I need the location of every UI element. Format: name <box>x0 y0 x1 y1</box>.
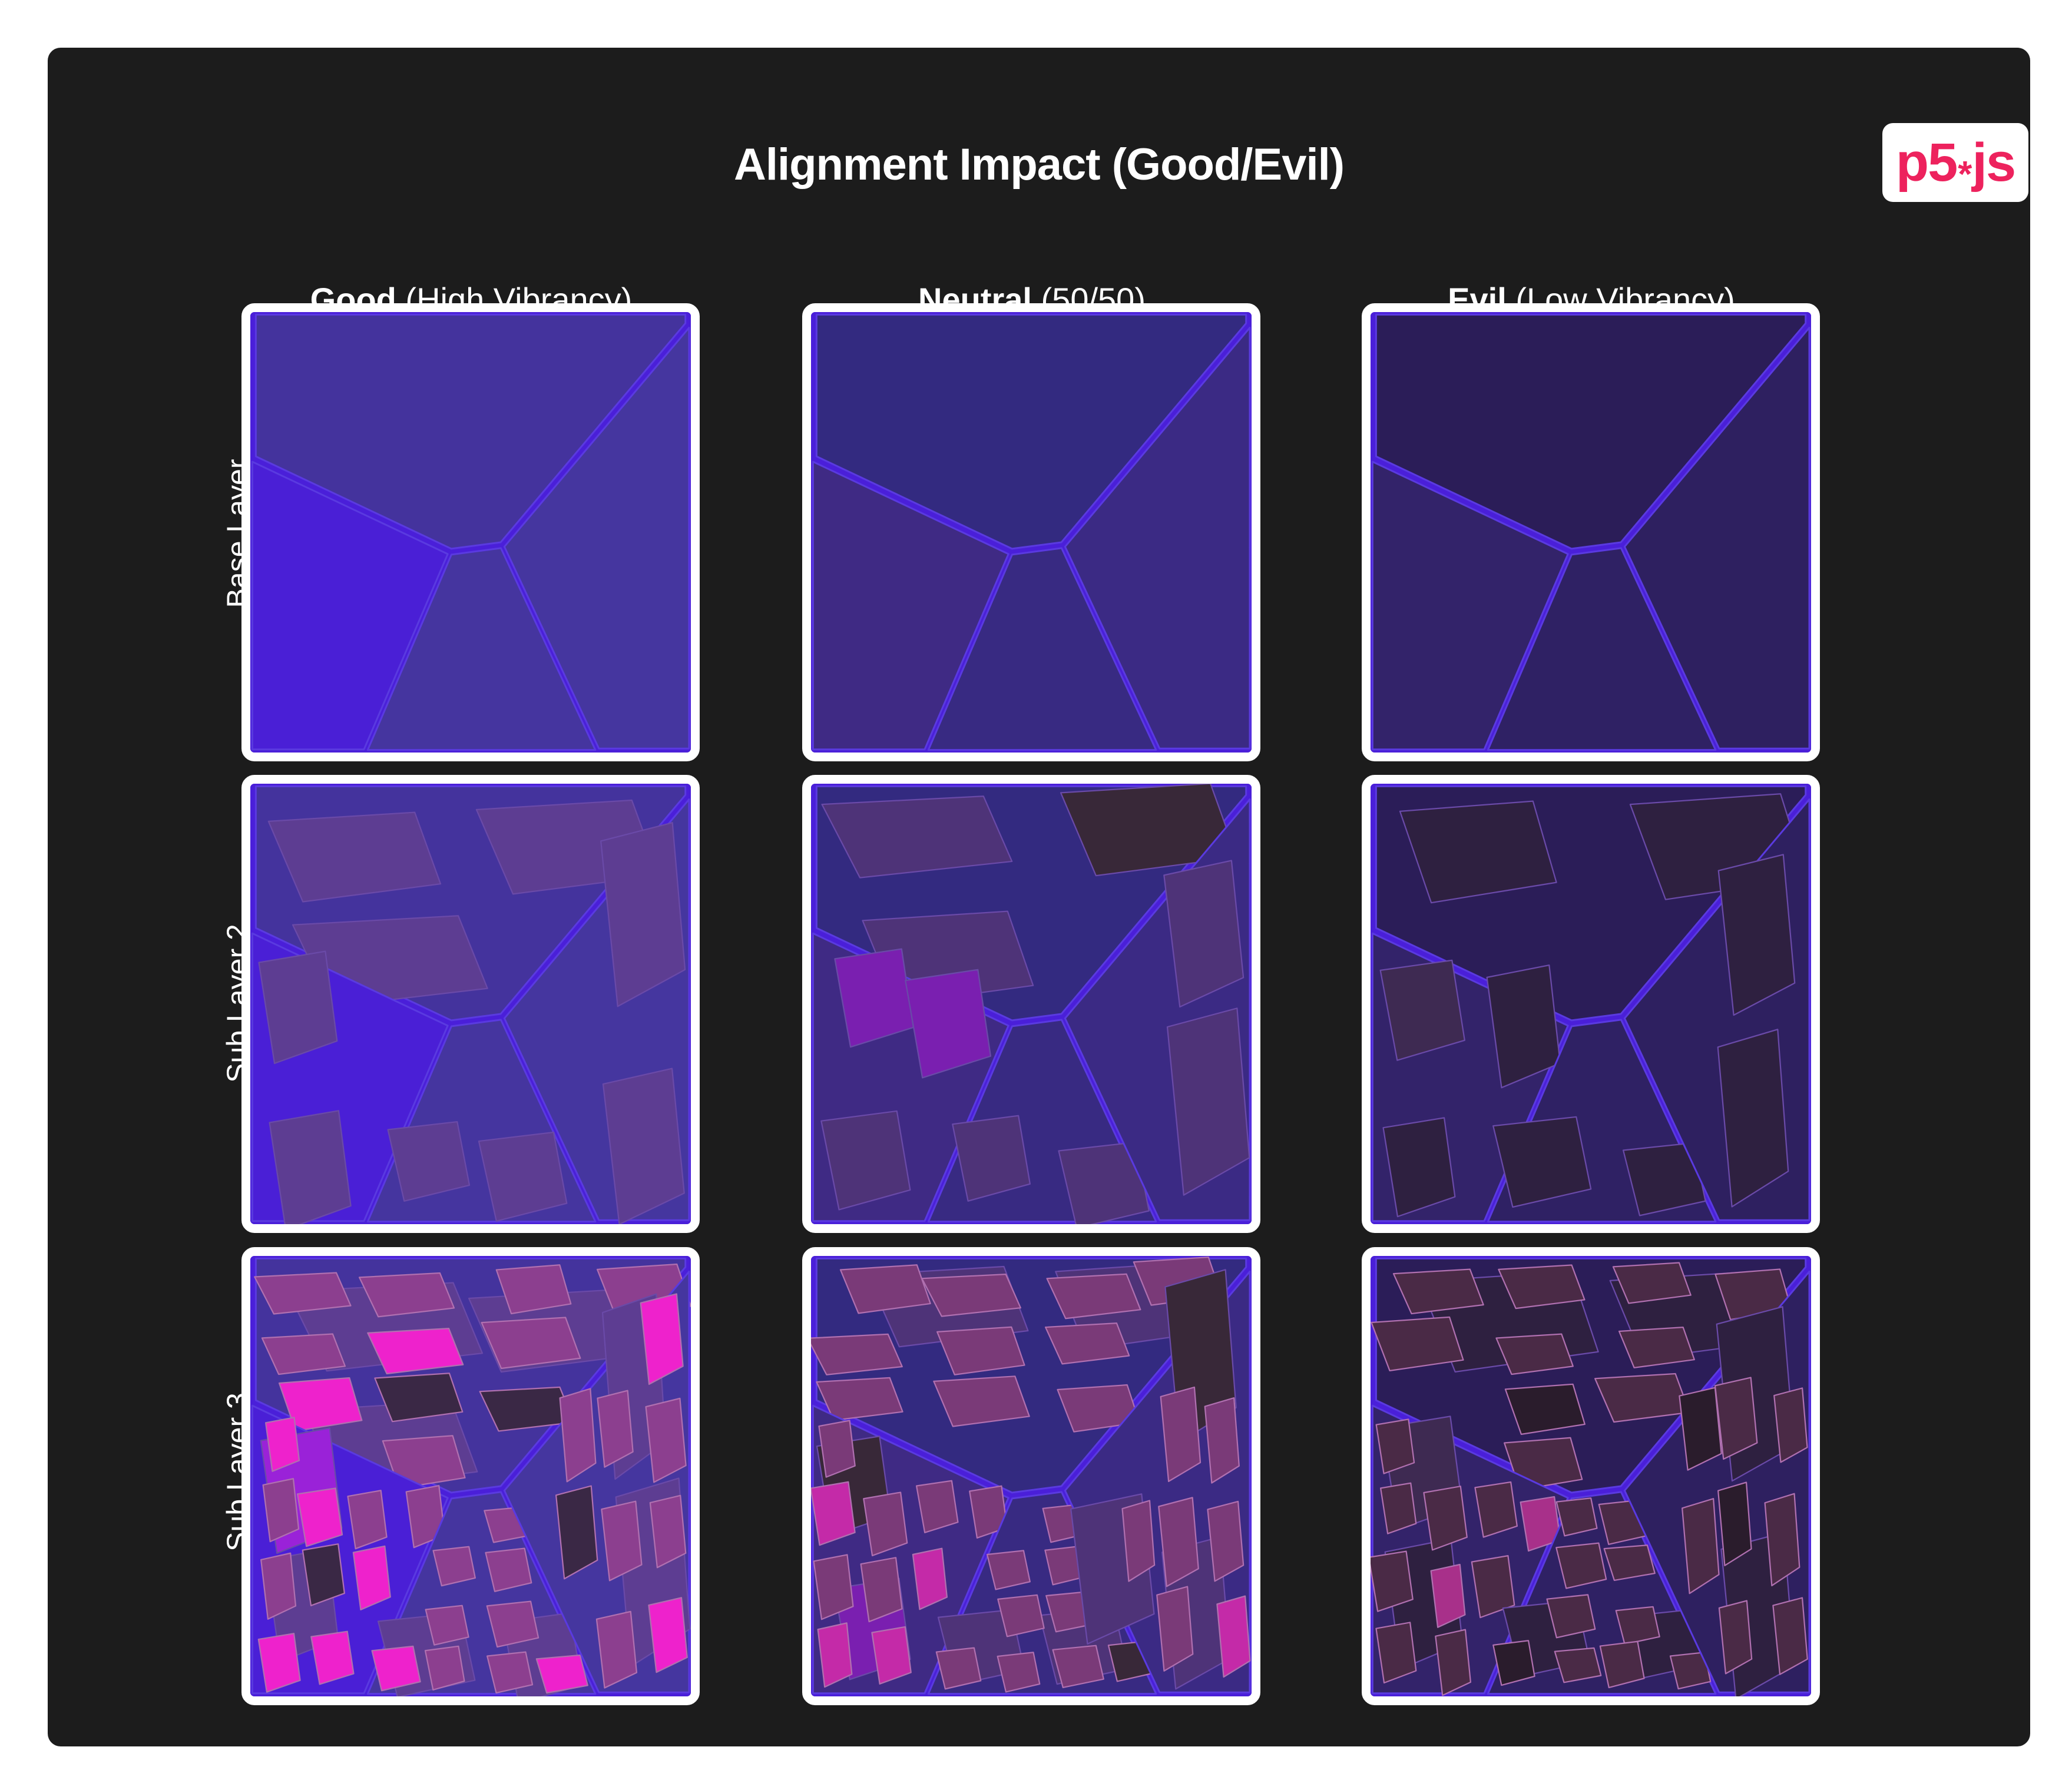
sub-sub-region <box>264 1417 300 1472</box>
cell-neutral-sub2 <box>802 775 1260 1233</box>
voronoi-neutral-layer-0 <box>811 312 1252 753</box>
voronoi-evil-layer-1 <box>1371 784 1811 1224</box>
voronoi-neutral-layer-2 <box>811 1256 1252 1696</box>
logo-text-js: js <box>1972 132 2016 193</box>
sub-sub-region <box>424 1645 465 1691</box>
cell-evil-sub2 <box>1362 775 1820 1233</box>
p5js-logo: p5 * js <box>1882 123 2028 202</box>
cell-evil-base <box>1362 303 1820 761</box>
voronoi-evil-layer-2 <box>1371 1256 1811 1696</box>
sub-sub-region <box>1379 1482 1417 1534</box>
voronoi-good-layer-1 <box>250 784 691 1224</box>
voronoi-evil-layer-0 <box>1371 312 1811 753</box>
logo-asterisk: * <box>1958 154 1972 195</box>
sub-sub-region <box>1375 1418 1415 1474</box>
logo-text-p5: p5 <box>1895 132 1958 193</box>
figure-panel: Alignment Impact (Good/Evil) p5 * js Good … <box>48 48 2030 1746</box>
voronoi-neutral-layer-1 <box>811 784 1252 1224</box>
sub-sub-region <box>1555 1497 1598 1537</box>
cell-neutral-sub3 <box>802 1247 1260 1705</box>
voronoi-good-layer-0 <box>250 312 691 753</box>
voronoi-good-layer-2 <box>250 1256 691 1696</box>
sub-region <box>269 1110 352 1224</box>
sub-sub-region <box>811 1333 903 1375</box>
cell-evil-sub3 <box>1362 1247 1820 1705</box>
sub-sub-region <box>818 1420 856 1478</box>
cell-good-sub2 <box>241 775 700 1233</box>
figure-title: Alignment Impact (Good/Evil) <box>733 140 1345 190</box>
cell-good-sub3 <box>241 1247 700 1705</box>
cell-good-base <box>241 303 700 761</box>
cell-neutral-base <box>802 303 1260 761</box>
